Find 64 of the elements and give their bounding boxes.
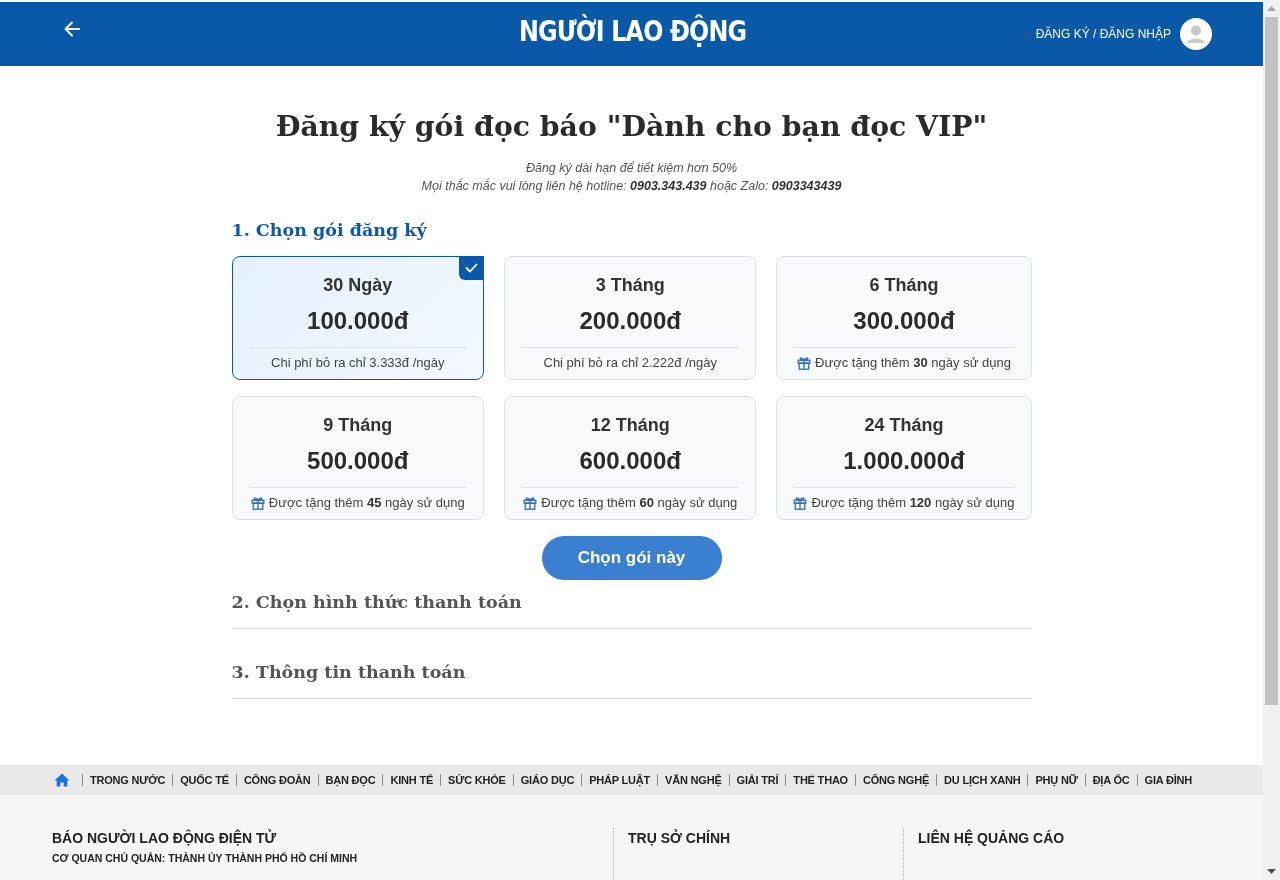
plan-card[interactable]: 30 Ngày 100.000đ Chi phí bỏ ra chỉ 3.333đ /ngày (231, 256, 484, 380)
category-link[interactable]: BẠN ĐỌC (318, 774, 383, 786)
category-link[interactable]: GIẢI TRÍ (729, 774, 786, 786)
plan-card[interactable]: 9 Tháng 500.000đ Được tặng thêm 45 ngày sử dụng (231, 396, 484, 520)
site-logo[interactable]: NGƯỜI LAO ĐỘNG (518, 14, 746, 48)
category-link[interactable]: DU LỊCH XANH (937, 774, 1028, 786)
back-button[interactable] (63, 20, 81, 38)
avatar-icon[interactable] (1180, 18, 1212, 50)
home-icon[interactable] (53, 772, 70, 788)
footer-text: CƠ QUAN CHỦ QUẢN: THÀNH ỦY THÀNH PHỐ HỒ CHÍ MINH (52, 851, 358, 866)
category-link[interactable]: TRONG NƯỚC (82, 774, 173, 786)
category-link[interactable]: VĂN NGHỆ (658, 774, 729, 786)
plan-card[interactable]: 24 Tháng 1.000.000đ Được tặng thêm 120 ngày sử dụng (776, 396, 1032, 520)
plan-duration: 6 Tháng (869, 274, 939, 297)
category-link[interactable]: CÔNG ĐOÀN (236, 774, 318, 786)
plan-note: Chi phí bỏ ra chỉ 2.222đ /ngày (543, 354, 717, 372)
plan-duration: 30 Ngày (323, 274, 393, 297)
login-link[interactable]: ĐĂNG KÝ / ĐĂNG NHẬP (1035, 27, 1171, 41)
plan-duration: 12 Tháng (590, 414, 670, 437)
check-icon (459, 256, 484, 280)
footer-heading: LIÊN HỆ QUẢNG CÁO (918, 828, 1065, 848)
plan-note: Được tặng thêm 30 ngày sử dụng (815, 354, 1011, 372)
category-link[interactable]: PHỤ NỮ (1028, 774, 1085, 786)
scrollbar[interactable] (1263, 0, 1280, 880)
plan-duration: 3 Tháng (595, 274, 665, 297)
plan-price: 500.000đ (307, 446, 409, 476)
plan-note: Được tặng thêm 45 ngày sử dụng (268, 494, 465, 512)
plan-duration: 24 Tháng (864, 414, 944, 437)
gift-icon (793, 496, 808, 510)
category-link[interactable]: GIÁO DỤC (513, 774, 582, 786)
plan-duration: 9 Tháng (323, 414, 393, 437)
plan-note: Chi phí bỏ ra chỉ 3.333đ /ngày (271, 354, 445, 372)
plan-price: 100.000đ (307, 306, 409, 336)
category-link[interactable]: QUỐC TẾ (173, 774, 236, 786)
scroll-up-icon[interactable] (1267, 6, 1276, 11)
plan-note: Được tặng thêm 60 ngày sử dụng (541, 494, 738, 512)
category-link[interactable]: THỂ THAO (786, 774, 855, 786)
plan-price: 1.000.000đ (843, 446, 965, 476)
plan-card[interactable]: 12 Tháng 600.000đ Được tặng thêm 60 ngày sử dụng (504, 396, 757, 520)
category-link[interactable]: CÔNG NGHỆ (856, 774, 937, 786)
gift-icon (250, 496, 265, 510)
category-link[interactable]: ĐỊA ỐC (1085, 774, 1137, 786)
category-link[interactable]: SỨC KHỎE (441, 774, 513, 786)
footer-heading: BÁO NGƯỜI LAO ĐỘNG ĐIỆN TỬ (52, 828, 277, 848)
category-link[interactable]: PHÁP LUẬT (582, 774, 658, 786)
plan-price: 300.000đ (853, 306, 955, 336)
gift-icon (797, 356, 812, 370)
back-arrow-icon (63, 20, 81, 38)
subtitle-text: Mọi thắc mắc vui lòng liên hệ hotline: 0903.343.439 hoặc Zalo: 0903343439 (421, 177, 842, 195)
plan-price: 600.000đ (579, 446, 681, 476)
footer-heading: TRỤ SỞ CHÍNH (628, 828, 731, 848)
scroll-down-icon[interactable] (1267, 869, 1276, 874)
step-heading[interactable]: 1. Chọn gói đăng ký (231, 217, 427, 243)
plan-price: 200.000đ (579, 306, 681, 336)
page-title: Đăng ký gói đọc báo "Dành cho bạn đọc VIP" (275, 108, 988, 145)
plan-card[interactable]: 3 Tháng 200.000đ Chi phí bỏ ra chỉ 2.222đ /ngày (504, 256, 757, 380)
category-link[interactable]: GIA ĐÌNH (1137, 774, 1200, 786)
plan-card[interactable]: 6 Tháng 300.000đ Được tặng thêm 30 ngày sử dụng (776, 256, 1032, 380)
plan-note: Được tặng thêm 120 ngày sử dụng (811, 494, 1015, 512)
scrollbar-thumb[interactable] (1265, 17, 1278, 705)
choose-plan-button[interactable]: Chọn gói này (541, 536, 722, 580)
subtitle-text: Đăng ký dài hạn để tiết kiệm hơn 50% (525, 160, 738, 177)
gift-icon (523, 496, 538, 510)
category-link[interactable]: KINH TẾ (383, 774, 441, 786)
